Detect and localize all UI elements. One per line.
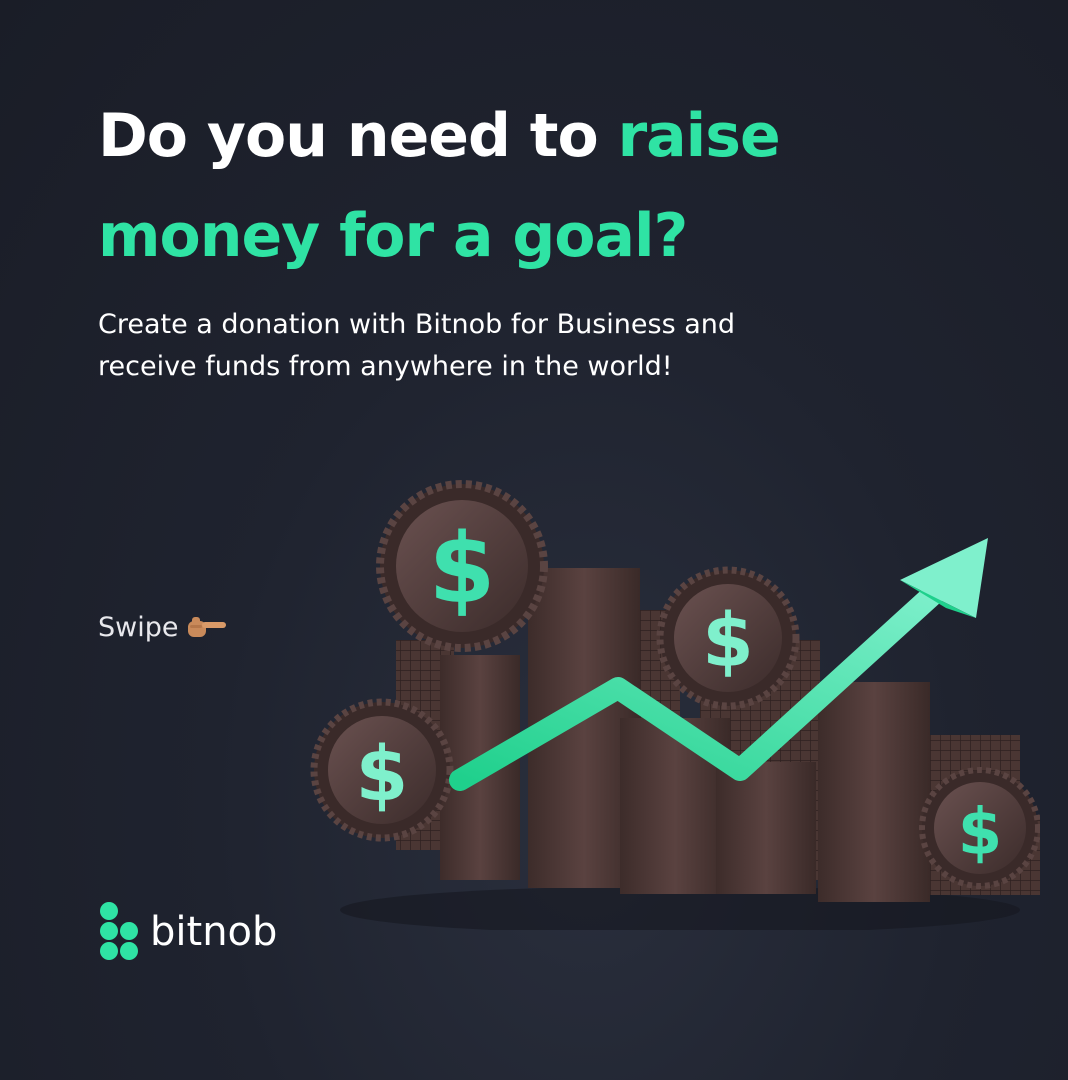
dollar-coin-medium: $: [656, 566, 800, 710]
chart-bar: [818, 682, 930, 902]
subtitle: Create a donation with Bitnob for Busine…: [98, 304, 978, 388]
swipe-label: Swipe: [98, 612, 179, 643]
headline-part1: Do you need to: [98, 101, 618, 171]
dollar-coin-left: $: [310, 698, 454, 842]
headline: Do you need to raise money for a goal?: [98, 86, 998, 286]
pointing-hand-icon: [188, 616, 227, 637]
svg-text:$: $: [356, 729, 409, 818]
chart-bar: [716, 762, 816, 894]
headline-accent-raise: raise: [617, 101, 781, 171]
dollar-coin-large: $: [376, 480, 548, 652]
subtitle-line2: receive funds from anywhere in the world…: [98, 351, 673, 382]
growth-chart-illustration: $ $ $ $: [310, 480, 1040, 930]
bitnob-logo-icon: [100, 902, 138, 960]
svg-text:$: $: [702, 598, 754, 684]
subtitle-line1: Create a donation with Bitnob for Busine…: [98, 309, 736, 340]
headline-accent-goal: money for a goal?: [98, 201, 688, 271]
swipe-hint[interactable]: Swipe: [98, 612, 230, 643]
svg-text:$: $: [429, 513, 496, 625]
svg-text:$: $: [958, 796, 1003, 870]
dollar-coin-right: $: [919, 767, 1040, 889]
brand-name: bitnob: [150, 909, 278, 955]
bitnob-brand[interactable]: bitnob: [98, 900, 277, 964]
